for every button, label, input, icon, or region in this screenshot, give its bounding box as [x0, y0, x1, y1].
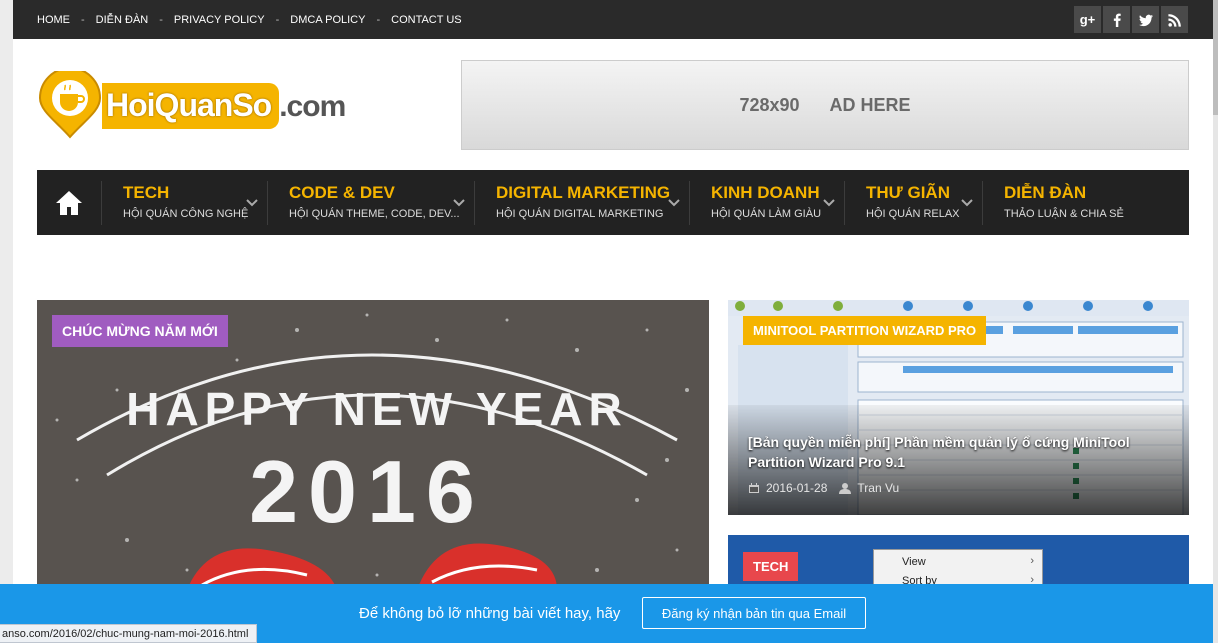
- nav-item-dien-dan[interactable]: DIỄN ĐÀN THẢO LUẬN & CHIA SẺ: [982, 180, 1142, 225]
- context-menu-item: View ›: [874, 550, 1042, 569]
- ad-banner[interactable]: 728x90 AD HERE: [461, 60, 1189, 150]
- nav-item-subtitle: HỘI QUÁN CÔNG NGHỆ: [123, 208, 249, 220]
- chevron-down-icon: [822, 195, 836, 206]
- nav-item-title: KINH DOANH: [711, 183, 820, 202]
- scrollbar-thumb[interactable]: [1213, 0, 1218, 115]
- logo-main-text: HoiQuanSo: [102, 82, 280, 129]
- rss-icon[interactable]: [1161, 6, 1188, 33]
- facebook-icon[interactable]: [1103, 6, 1130, 33]
- subscribe-text: Để không bỏ lỡ những bài viết hay, hãy: [359, 605, 621, 622]
- topnav-forum-link[interactable]: DIỄN ĐÀN: [96, 14, 149, 26]
- top-bar: HOME - DIỄN ĐÀN - PRIVACY POLICY - DMCA POL…: [13, 0, 1213, 39]
- topnav-separator: -: [81, 14, 85, 26]
- nav-item-kinh-doanh[interactable]: KINH DOANH HỘI QUÁN LÀM GIÀU: [689, 180, 844, 225]
- calendar-icon: [749, 483, 759, 493]
- main-nav: TECH HỘI QUÁN CÔNG NGHỆ CODE & DEV HỘI Q…: [37, 170, 1189, 235]
- nav-item-digital-marketing[interactable]: DIGITAL MARKETING HỘI QUÁN DIGITAL MARKE…: [474, 180, 689, 225]
- topnav-separator: -: [275, 14, 280, 26]
- logo-pin-icon: [36, 67, 104, 139]
- chevron-right-icon: ›: [1030, 555, 1034, 567]
- page: HOME - DIỄN ĐÀN - PRIVACY POLICY - DMCA POL…: [13, 0, 1213, 643]
- chevron-down-icon: [667, 195, 681, 206]
- logo-text: HoiQuanSo .com: [102, 82, 346, 129]
- top-nav: HOME - DIỄN ĐÀN - PRIVACY POLICY - DMCA POL…: [37, 14, 462, 26]
- page-scrollbar[interactable]: [1213, 0, 1218, 643]
- subscribe-email-button[interactable]: Đăng ký nhận bản tin qua Email: [642, 597, 866, 629]
- logo-suffix-text: .com: [279, 89, 346, 123]
- post-meta: 2016-01-28 Tran Vu: [748, 481, 899, 495]
- category-badge[interactable]: MINITOOL PARTITION WIZARD PRO: [743, 316, 987, 345]
- image-greeting: HAPPY NEW YEAR: [126, 383, 628, 435]
- context-menu-label: View: [902, 556, 926, 568]
- nav-item-thu-gian[interactable]: THƯ GIÃN HỘI QUÁN RELAX: [844, 180, 982, 225]
- chevron-down-icon: [245, 195, 259, 206]
- user-icon: [839, 483, 852, 494]
- nav-item-title: CODE & DEV: [289, 183, 395, 202]
- nav-item-tech[interactable]: TECH HỘI QUÁN CÔNG NGHỆ: [101, 180, 267, 225]
- topnav-separator: -: [159, 14, 163, 26]
- featured-post-minitool[interactable]: MINITOOL PARTITION WIZARD PRO [Bản quyền…: [728, 300, 1189, 515]
- nav-item-code-dev[interactable]: CODE & DEV HỘI QUÁN THEME, CODE, DEV...: [267, 180, 474, 225]
- category-badge[interactable]: CHÚC MỪNG NĂM MỚI: [52, 315, 228, 347]
- ad-size: 728x90: [739, 94, 800, 115]
- nav-item-subtitle: HỘI QUÁN DIGITAL MARKETING: [496, 208, 664, 220]
- featured-post-new-year[interactable]: HAPPY NEW YEAR 2016 CHÚC MỪNG NĂM MỚI: [37, 300, 709, 590]
- nav-item-title: DIGITAL MARKETING: [496, 183, 671, 202]
- nav-item-subtitle: HỘI QUÁN RELAX: [866, 208, 960, 220]
- home-icon[interactable]: [37, 170, 101, 235]
- nav-item-title: THƯ GIÃN: [866, 183, 950, 202]
- twitter-icon[interactable]: [1132, 6, 1159, 33]
- post-title[interactable]: [Bản quyền miễn phí] Phần mềm quản lý ổ …: [748, 432, 1180, 472]
- topnav-dmca-link[interactable]: DMCA POLICY: [290, 14, 365, 26]
- chevron-down-icon: [452, 195, 466, 206]
- nav-item-title: TECH: [123, 183, 170, 202]
- topnav-home-link[interactable]: HOME: [37, 14, 70, 26]
- post-date: 2016-01-28: [766, 481, 828, 495]
- google-plus-icon[interactable]: g+: [1074, 6, 1101, 33]
- browser-status-url: anso.com/2016/02/chuc-mung-nam-moi-2016.…: [0, 624, 258, 643]
- post-author[interactable]: Tran Vu: [857, 481, 899, 495]
- topnav-separator: -: [376, 14, 381, 26]
- nav-item-subtitle: THẢO LUẬN & CHIA SẺ: [1004, 208, 1124, 220]
- nav-item-title: DIỄN ĐÀN: [1004, 183, 1087, 202]
- social-links: g+: [1074, 6, 1188, 33]
- site-logo[interactable]: HoiQuanSo .com: [36, 67, 346, 140]
- topnav-contact-link[interactable]: CONTACT US: [391, 14, 462, 26]
- topnav-privacy-link[interactable]: PRIVACY POLICY: [174, 14, 265, 26]
- nav-item-subtitle: HỘI QUÁN THEME, CODE, DEV...: [289, 208, 460, 220]
- category-badge[interactable]: TECH: [743, 552, 799, 581]
- nav-item-subtitle: HỘI QUÁN LÀM GIÀU: [711, 208, 822, 220]
- chevron-down-icon: [960, 195, 974, 206]
- ad-text: AD HERE: [829, 94, 911, 115]
- image-year: 2016: [249, 442, 485, 541]
